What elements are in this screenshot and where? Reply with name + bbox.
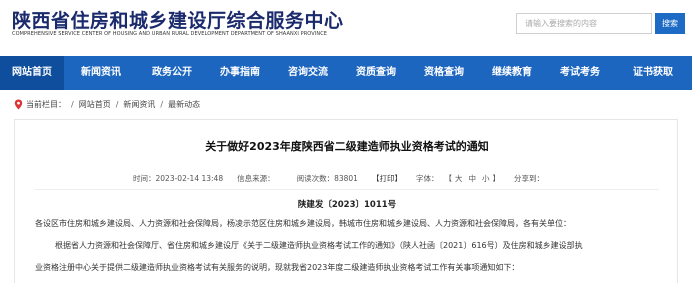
nav-item-certificates[interactable]: 证书获取 [614, 56, 692, 90]
breadcrumb-separator: / [115, 99, 119, 109]
article-meta: 时间： 2023-02-14 13:48 信息来源： 阅读次数： 83801 【… [133, 173, 544, 184]
nav-item-consultation[interactable]: 咨询交流 [274, 56, 342, 90]
nav-item-home[interactable]: 网站首页 [0, 56, 64, 90]
views-label: 阅读次数： [296, 174, 335, 183]
nav-item-exams[interactable]: 考试考务 [546, 56, 614, 90]
recipients-line: 各设区市住房和城乡建设局、人力资源和社会保障局，杨凌示范区住房和城乡建设局，韩城… [35, 219, 571, 228]
nav-item-credential-query[interactable]: 资格查询 [410, 56, 478, 90]
nav-item-continuing-education[interactable]: 继续教育 [478, 56, 546, 90]
breadcrumb-item-home[interactable]: 网站首页 [79, 99, 111, 110]
breadcrumb: 当前栏目： / 网站首页 / 新闻资讯 / 最新动态 [14, 97, 200, 111]
main-nav: 网站首页 新闻资讯 政务公开 办事指南 咨询交流 资质查询 资格查询 继续教育 … [0, 56, 692, 90]
breadcrumb-separator: / [71, 99, 74, 109]
site-subtitle: COMPREHENSIVE SERVICE CENTER OF HOUSING … [12, 31, 328, 37]
views-value: 83801 [334, 174, 358, 183]
nav-item-gov-affairs[interactable]: 政务公开 [138, 56, 206, 90]
paragraph-line-2: 业资格注册中心关于提供二级建造师执业资格考试有关服务的说明，现就我省2023年度… [35, 263, 520, 272]
document-number: 陕建发〔2023〕1011号 [297, 200, 397, 210]
font-size-bracket-close: 】 [492, 174, 500, 183]
article-panel: 关于做好2023年度陕西省二级建造师执业资格考试的通知 时间： 2023-02-… [14, 119, 678, 283]
font-size-medium-button[interactable]: 中 [468, 173, 476, 184]
breadcrumb-prefix: 当前栏目： [26, 99, 66, 109]
breadcrumb-separator: / [160, 99, 164, 109]
time-label: 时间： [133, 174, 156, 183]
breadcrumb-item-news[interactable]: 新闻资讯 [123, 99, 155, 110]
share-label[interactable]: 分享到： [514, 173, 544, 184]
location-pin-icon [14, 99, 23, 110]
time-value: 2023-02-14 13:48 [155, 174, 224, 183]
print-link[interactable]: 【打印】 [372, 173, 402, 184]
font-size-label: 字体： [415, 174, 439, 183]
source-label: 信息来源： [237, 174, 275, 183]
search-button[interactable]: 搜索 [655, 13, 685, 34]
search-input[interactable] [516, 13, 652, 34]
font-size-bracket-open: 【 [444, 174, 452, 183]
meta-divider [35, 189, 659, 190]
font-size-small-button[interactable]: 小 [482, 173, 490, 184]
nav-item-qualification-query[interactable]: 资质查询 [342, 56, 410, 90]
font-size-large-button[interactable]: 大 [455, 173, 463, 184]
site-header: 陕西省住房和城乡建设厅综合服务中心 COMPREHENSIVE SERVICE … [0, 0, 692, 48]
article-title: 关于做好2023年度陕西省二级建造师执业资格考试的通知 [205, 140, 489, 153]
breadcrumb-item-latest[interactable]: 最新动态 [168, 99, 200, 110]
nav-item-service-guide[interactable]: 办事指南 [206, 56, 274, 90]
paragraph-line-1: 根据省人力资源和社会保障厅、省住房和城乡建设厅《关于二级建造师执业资格考试工作的… [55, 241, 583, 250]
site-title[interactable]: 陕西省住房和城乡建设厅综合服务中心 [12, 6, 344, 33]
nav-item-news[interactable]: 新闻资讯 [64, 56, 138, 90]
